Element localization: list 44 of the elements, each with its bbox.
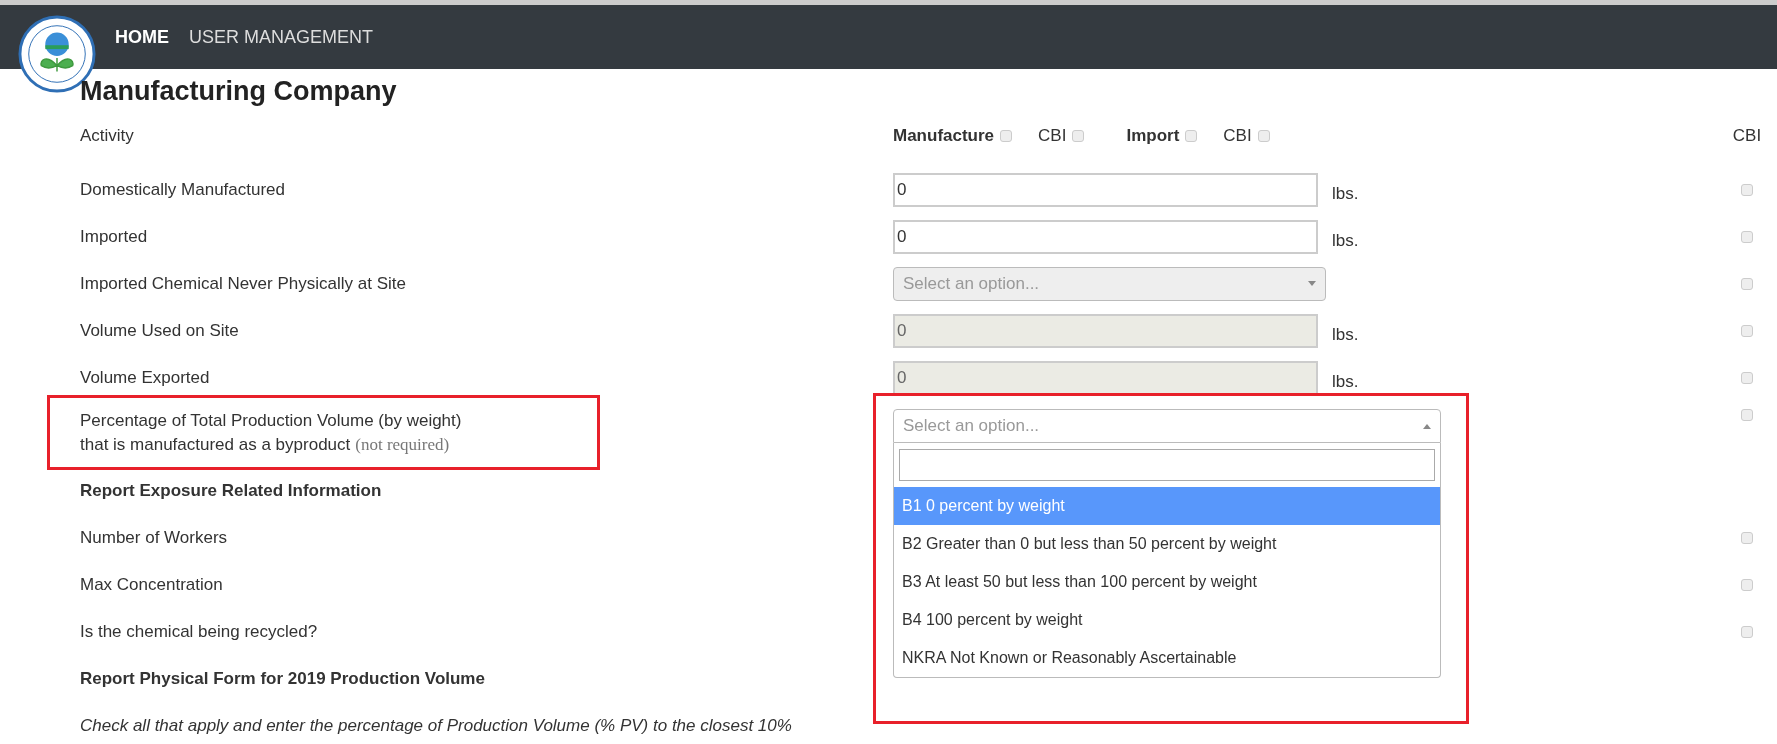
column-header: CBI xyxy=(1731,125,1763,146)
checkbox[interactable] xyxy=(1741,531,1753,544)
unit-label: lbs. xyxy=(1332,370,1359,392)
field-label: Volume Exported xyxy=(80,366,211,389)
section-heading: Report Physical Form for 2019 Production Volume xyxy=(80,667,485,690)
section-heading: Report Exposure Related Information xyxy=(80,479,382,502)
checkbox[interactable] xyxy=(1741,183,1753,196)
number-input[interactable]: 0 xyxy=(893,172,1318,207)
dropdown-option[interactable]: B2 Greater than 0 but less than 50 percent by weight xyxy=(894,525,1440,563)
caret-icon xyxy=(1423,423,1431,429)
field-label: Max Concentration xyxy=(80,573,224,596)
caret-icon xyxy=(1308,281,1316,286)
dropdown-option[interactable]: B4 100 percent by weight xyxy=(894,601,1440,639)
number-input[interactable]: 0 xyxy=(893,219,1318,254)
checkbox[interactable] xyxy=(1000,129,1013,142)
page-title: Manufacturing Company xyxy=(80,75,398,108)
checkbox[interactable] xyxy=(1072,129,1085,142)
checkbox[interactable] xyxy=(1257,129,1270,142)
option-label: CBI xyxy=(1038,125,1067,146)
unit-label: lbs. xyxy=(1332,182,1359,204)
field-label: Is the chemical being recycled? xyxy=(80,620,319,643)
dropdown-option[interactable]: B3 At least 50 but less than 100 percent by weight xyxy=(894,563,1440,601)
field-label: Activity xyxy=(80,124,135,147)
field-label: Domestically Manufactured xyxy=(80,178,287,201)
checkbox[interactable] xyxy=(1741,578,1753,591)
dropdown-option[interactable]: NKRA Not Known or Reasonably Ascertainable xyxy=(894,639,1440,677)
option-label: Manufacture xyxy=(893,125,995,146)
unit-label: lbs. xyxy=(1332,323,1359,345)
instruction-text: Check all that apply and enter the percentage of Production Volume (% PV) to the closest 10% xyxy=(80,714,792,737)
nav-link[interactable]: USER MANAGEMENT xyxy=(189,26,374,48)
checkbox[interactable] xyxy=(1741,625,1753,638)
nav-link[interactable]: HOME xyxy=(115,26,169,48)
checkbox[interactable] xyxy=(1741,230,1753,243)
option-label: Import xyxy=(1126,125,1180,146)
field-label: Volume Used on Site xyxy=(80,319,240,342)
field-label: Number of Workers xyxy=(80,526,229,549)
field-label: Imported Chemical Never Physically at Site xyxy=(80,272,407,295)
search-field[interactable] xyxy=(899,449,1435,481)
field-label: Percentage of Total Production Volume (by weight) that is manufactured as a byproduct (not required) xyxy=(80,410,463,456)
unit-label: lbs. xyxy=(1332,229,1359,251)
field-label: Imported xyxy=(80,225,149,248)
checkbox[interactable] xyxy=(1185,129,1198,142)
option-label: CBI xyxy=(1223,125,1252,146)
checkbox[interactable] xyxy=(1741,409,1753,421)
